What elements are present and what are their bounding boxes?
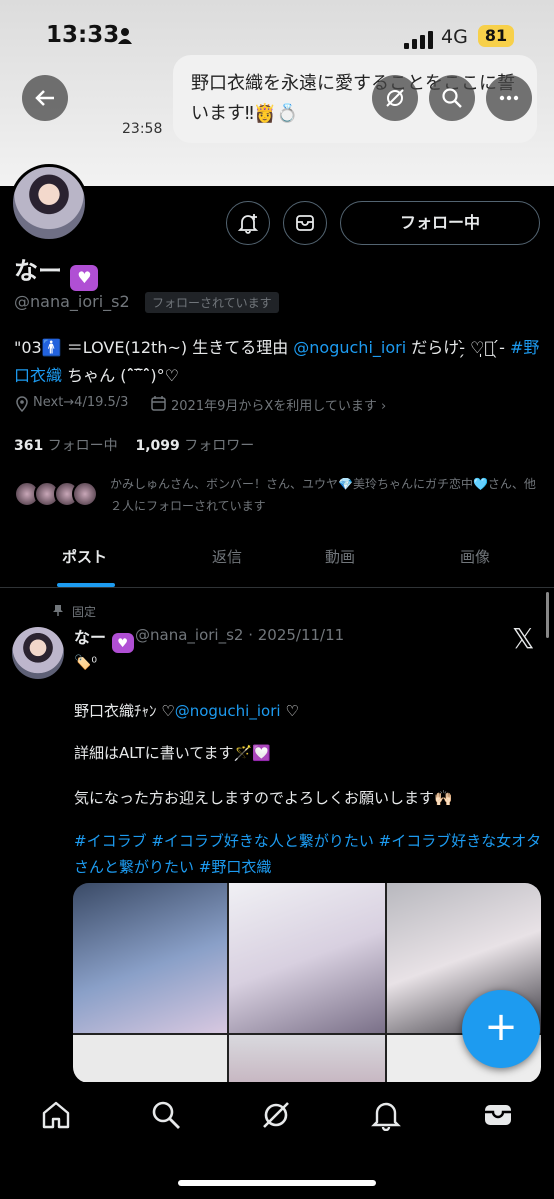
notification-bubble[interactable]: 野口衣織を永遠に愛することをここに誓います‼︎👸💍 [173,55,537,143]
mail-icon [296,215,314,231]
search-icon [152,1101,180,1129]
post-line-1: 野口衣織ﾁｬﾝ ♡@noguchi_iori ♡ [74,702,299,720]
person-icon [118,28,132,44]
nav-search[interactable] [146,1095,186,1135]
profile-joined: 2021年9月からXを利用しています › [171,399,387,414]
heart-emoji-icon: ♥ [111,633,134,653]
bio-mention-link[interactable]: @noguchi_iori [293,338,406,357]
grok-button[interactable] [372,75,418,121]
status-time: 13:33 [46,22,120,48]
bell-plus-icon [237,214,259,234]
nav-grok[interactable] [256,1095,296,1135]
post-line-2: 詳細はALTに書いてます🪄💟 [74,744,271,762]
nav-notifications[interactable] [366,1095,406,1135]
post-mention-link[interactable]: @noguchi_iori [175,702,281,720]
scrollbar[interactable] [546,592,549,638]
grok-icon [263,1102,289,1128]
more-icon [499,95,519,101]
tab-posts[interactable]: ポスト [62,546,107,567]
signal-icon [404,30,436,49]
followed-by-text[interactable]: かみしゅんさん、ボンバー！さん、ユウヤ💎美玲ちゃんにガチ恋中🩵さん、他２人にフォ… [110,473,540,517]
more-button[interactable] [486,75,532,121]
heart-emoji-icon: ♥ [70,265,99,291]
nav-home[interactable] [36,1095,76,1135]
message-button[interactable] [283,201,327,245]
back-button[interactable] [22,75,68,121]
calendar-icon [151,396,166,411]
post-image[interactable] [73,1035,227,1083]
post-author-name[interactable]: なー ♥ [74,624,134,653]
following-button[interactable]: フォロー中 [340,201,540,245]
notify-button[interactable] [226,201,270,245]
profile-name: なー ♥ [14,251,99,291]
profile-stats: 361 フォロー中 1,099 フォロワー [14,435,254,455]
post-hashtags[interactable]: #イコラブ #イコラブ好きな人と繋がりたい #イコラブ好きな女オタさんと繋がりた… [74,828,544,880]
post-avatar[interactable] [12,627,64,679]
home-indicator[interactable] [178,1180,376,1186]
messages-icon [485,1105,511,1125]
compose-button[interactable]: + [462,990,540,1068]
post-image[interactable] [73,883,227,1033]
followers-link[interactable]: 1,099 フォロワー [136,438,255,454]
post-image[interactable] [229,883,385,1033]
notifications-icon [371,1102,401,1131]
tab-videos[interactable]: 動画 [325,546,355,567]
network-type: 4G [441,26,468,48]
tab-images[interactable]: 画像 [460,546,490,567]
profile-handle: @nana_iori_s2 [14,292,130,311]
battery-level: 81 [478,25,514,47]
search-icon [442,88,462,108]
follows-you-badge: フォローされています [145,292,279,313]
nav-messages[interactable] [478,1095,518,1135]
post-image[interactable] [229,1035,385,1083]
tabs-divider [0,587,554,588]
post-handle-date: @nana_iori_s2 · 2025/11/11 [135,626,345,644]
profile-location: Next→4/19.5/3 [33,395,129,410]
back-arrow-icon [35,90,54,106]
x-logo-icon: 𝕏 [512,622,535,655]
follower-avatar [72,481,98,507]
pin-icon [53,605,63,616]
post-tag-line: 🏷️⁰ [74,655,98,671]
following-link[interactable]: 361 フォロー中 [14,438,118,454]
post-line-3: 気になった方お迎えしますのでよろしくお願いします🙌🏻 [74,789,453,807]
profile-avatar[interactable] [10,164,88,242]
grok-icon [386,89,404,107]
home-icon [42,1101,70,1129]
notification-time: 23:58 [122,121,163,137]
pinned-label: 固定 [72,605,97,619]
search-button[interactable] [429,75,475,121]
profile-bio: "03🚹 ＝LOVE(12th~) 生きてる理由 @noguchi_iori だ… [14,338,540,385]
tab-replies[interactable]: 返信 [212,546,242,567]
location-icon [16,396,28,412]
